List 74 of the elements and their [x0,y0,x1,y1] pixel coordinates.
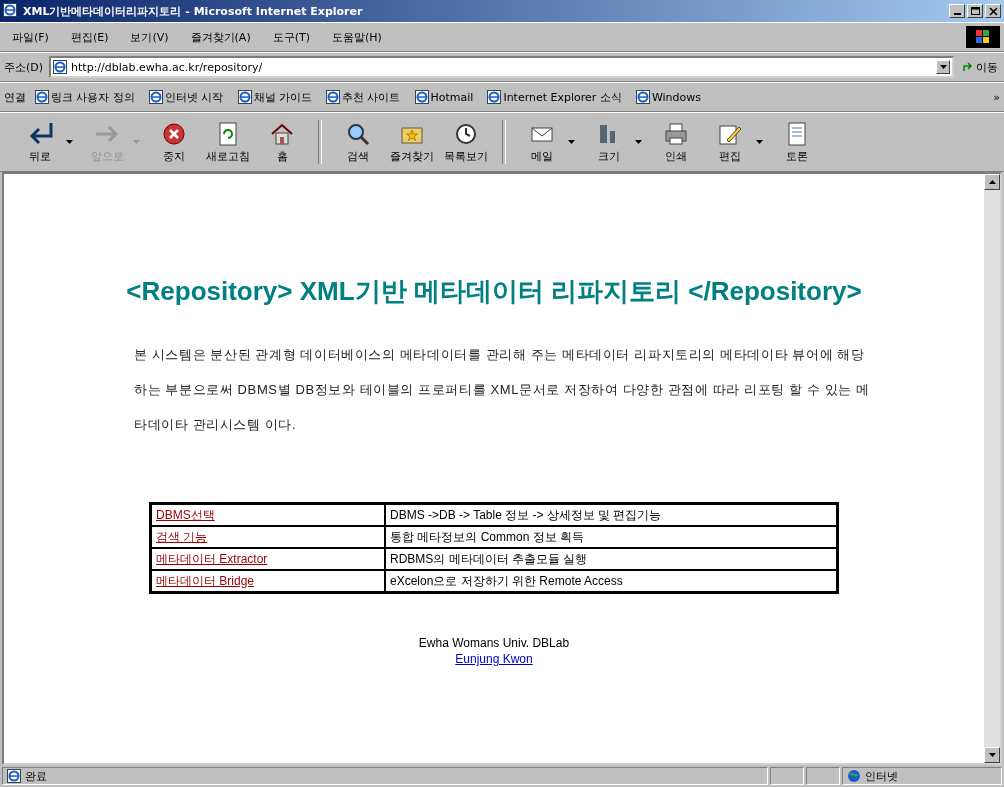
page-icon [237,90,252,104]
status-panel [770,767,804,785]
organization-text: Ewha Womans Univ. DBLab [418,636,570,650]
caret-icon[interactable] [568,140,575,144]
minimize-icon [953,13,961,15]
vertical-scrollbar[interactable] [984,174,1000,763]
printer-icon [663,120,689,147]
caret-icon[interactable] [756,140,763,144]
status-panel [806,767,840,785]
menu-item[interactable]: 보기(V) [122,27,177,47]
page-icon [53,60,68,74]
address-bar[interactable]: http://dblab.ewha.ac.kr/repository/ [49,56,954,78]
link-item[interactable]: 인터넷 시작 [144,89,229,105]
page-icon [635,90,650,104]
minimize-button[interactable] [949,4,965,18]
page-icon [7,769,21,783]
link-item[interactable]: Hotmail [409,90,479,104]
toolbar-button[interactable]: 홈 [256,116,308,168]
close-icon [987,6,999,16]
maximize-button[interactable] [967,4,983,18]
go-button[interactable]: 이동 [960,59,1000,75]
back-arrow-icon [27,120,53,147]
link-item[interactable]: 추천 사이트 [321,89,406,105]
toolbar-button[interactable]: 편집 [704,116,756,168]
link-item[interactable]: Windows [630,90,706,104]
toolbar-button[interactable]: 목록보기 [440,116,492,168]
up-arrow-icon [988,180,996,184]
menu-item[interactable]: 편집(E) [62,27,117,47]
close-button[interactable] [985,4,1001,18]
menu-item[interactable]: 도구(T) [264,27,318,47]
scroll-up-button[interactable] [984,174,1000,190]
description-paragraph: 본 시스템은 분산된 관계형 데이터베이스의 메타데이터를 관리해 주는 메타데이터 리파지토리의 메타데이타 뷰어에 해당하는 부분으로써 DBMS별 DB정보와 테이블의 프로퍼티를 XML문서로 저장하여 다양한 관점에 따라 리포팅 할 수 있는 메타데이타 관리시스템 이다. [134,346,871,434]
status-text: 완료 [25,768,47,784]
menu-item[interactable]: 도움말(H) [324,27,390,47]
feature-link[interactable]: DBMS선택 [156,507,215,522]
page-icon [35,90,49,104]
stop-icon [161,120,187,147]
page-icon [487,90,502,104]
browser-icon [3,3,19,19]
address-label: 주소(D) [4,59,44,75]
toolbar-button[interactable]: 인쇄 [650,116,702,168]
globe-icon [847,769,861,783]
link-item[interactable]: 링크 사용자 정의 [30,89,140,105]
links-label: 연결 [4,89,26,105]
arrow-icon [962,61,974,73]
link-item[interactable]: 채널 가이드 [232,89,317,105]
page-icon [414,90,429,104]
author-link[interactable]: Eunjung Kwon [455,652,533,666]
down-arrow-icon [988,753,996,757]
window-title: XML기반메타데이터리파지토리 - Microsoft Internet Explorer [23,3,364,19]
scroll-down-button[interactable] [984,747,1000,763]
toolbar-button[interactable]: 뒤로 [14,116,66,168]
toolbar-button[interactable]: 새로고침 [202,116,254,168]
toolbar-button[interactable]: 크기 [583,116,635,168]
zone-text: 인터넷 [865,768,898,784]
feature-link[interactable]: 검색 기능 [156,529,208,544]
page-icon [326,90,340,104]
page-heading: <Repository> XML기반 메타데이터 리파지토리 </Repository> [126,275,862,308]
page-icon [149,90,163,104]
windows-logo [966,26,1000,48]
caret-icon[interactable] [635,140,642,144]
caret-icon[interactable] [66,140,73,144]
toolbar-button[interactable]: 즐겨찾기 [386,116,438,168]
toolbar-button[interactable]: 검색 [332,116,384,168]
menu-item[interactable]: 파일(F) [4,27,57,47]
toolbar-button[interactable]: 중지 [148,116,200,168]
toolbar-button[interactable]: 토론 [771,116,823,168]
maximize-icon [969,6,981,16]
more-links[interactable]: » [993,90,1000,104]
menu-item[interactable]: 즐겨찾기(A) [182,27,259,47]
link-item[interactable]: Internet Explorer 소식 [482,89,627,105]
caret-icon [939,65,947,69]
toolbar-button[interactable]: 메일 [516,116,568,168]
dropdown-button[interactable] [936,60,950,74]
